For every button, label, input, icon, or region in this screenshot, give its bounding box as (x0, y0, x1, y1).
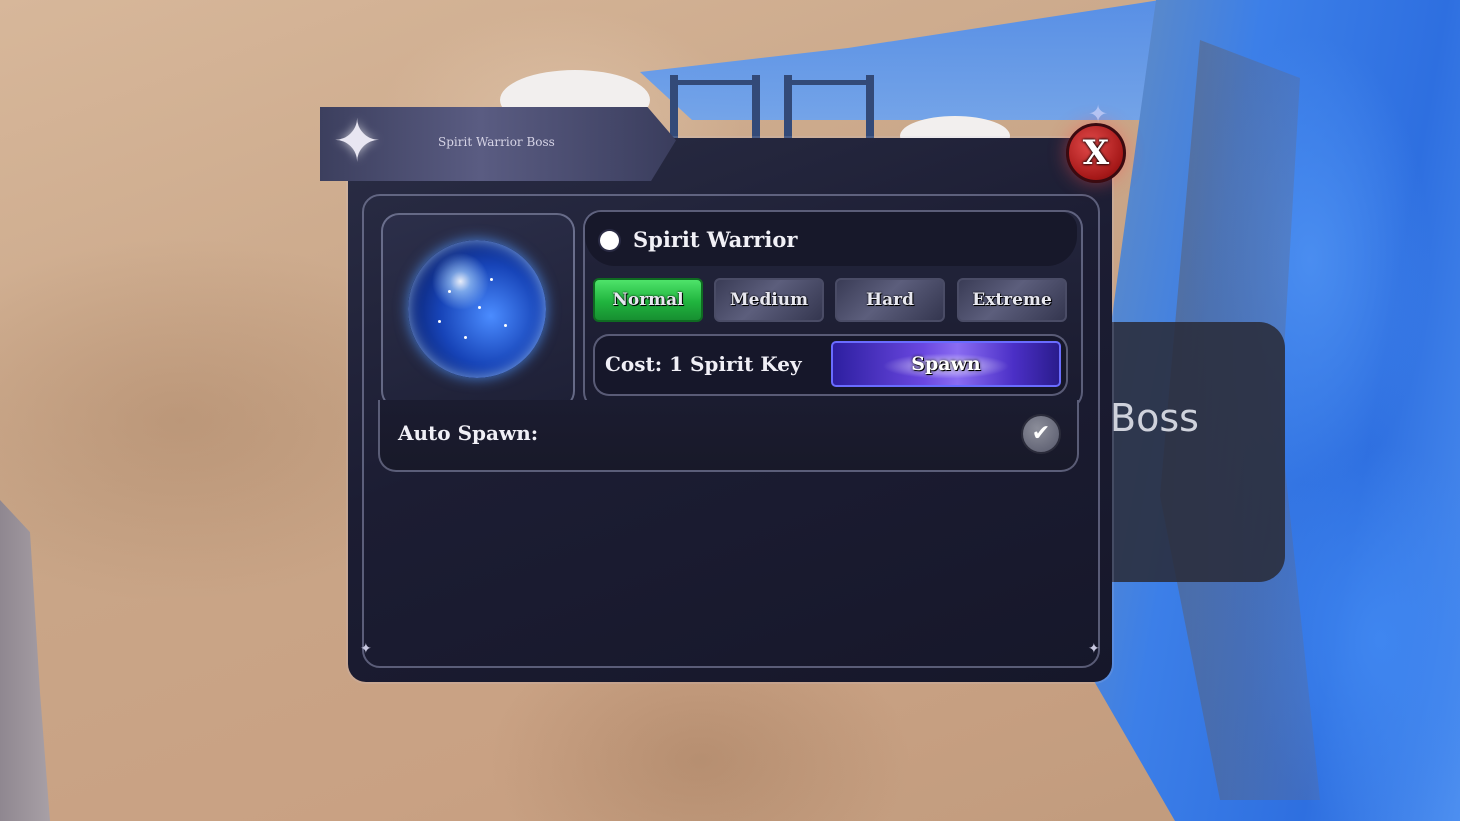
corner-star-icon: ✦ (1088, 641, 1100, 657)
sparkle-icon: ✦ (1088, 100, 1109, 128)
side-card-label: Boss (1110, 396, 1199, 440)
boss-name: Spirit Warrior (633, 227, 798, 252)
difficulty-extreme-button[interactable]: Extreme (957, 278, 1067, 322)
star-icon: ✦ (332, 107, 382, 175)
cost-label: Cost: 1 Spirit Key (605, 352, 802, 376)
corner-star-icon: ✦ (360, 641, 372, 657)
panel-title: Spirit Warrior Boss (438, 135, 555, 149)
rock-formation (0, 500, 50, 821)
difficulty-medium-button[interactable]: Medium (714, 278, 824, 322)
close-button[interactable]: X (1066, 123, 1126, 183)
difficulty-hard-button[interactable]: Hard (835, 278, 945, 322)
difficulty-normal-button[interactable]: Normal (593, 278, 703, 322)
checkmark-icon: ✔ (1031, 421, 1051, 446)
auto-spawn-toggle[interactable]: ✔ (1021, 414, 1061, 454)
spawn-button[interactable]: Spawn (831, 341, 1061, 387)
spirit-orb-icon (408, 240, 546, 378)
auto-spawn-label: Auto Spawn: (398, 421, 539, 445)
boss-radio-button[interactable] (600, 231, 619, 250)
